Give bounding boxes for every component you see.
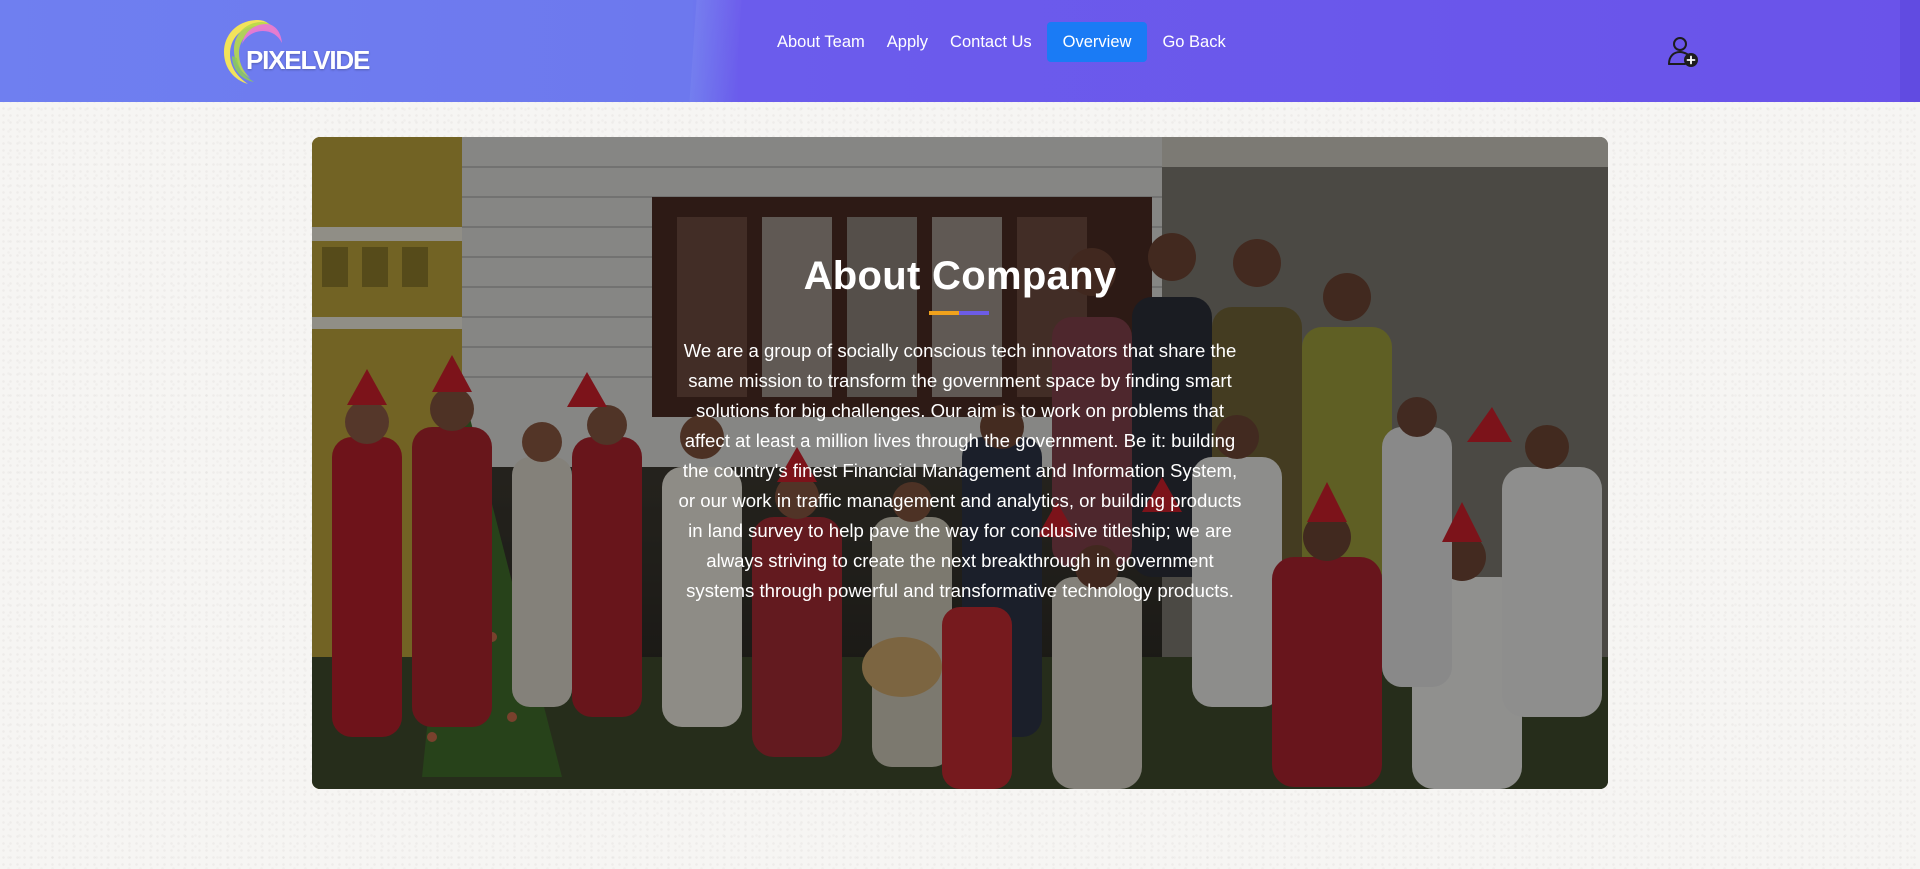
nav-overview[interactable]: Overview (1046, 22, 1148, 62)
brand-logo[interactable]: PIXELVIDE (220, 16, 370, 86)
nav-about-team[interactable]: About Team (766, 22, 876, 62)
nav-go-back[interactable]: Go Back (1151, 22, 1236, 62)
nav-contact-us[interactable]: Contact Us (939, 22, 1043, 62)
user-add-icon[interactable] (1666, 34, 1702, 70)
underline-orange-segment (929, 311, 959, 315)
page-title: About Company (803, 254, 1117, 298)
nav-apply[interactable]: Apply (876, 22, 939, 62)
about-company-hero: About Company We are a group of socially… (312, 137, 1608, 789)
logo-text: PIXELVIDE (246, 45, 370, 75)
hero-content: About Company We are a group of socially… (312, 137, 1608, 789)
title-underline (929, 311, 989, 315)
main-nav: About Team Apply Contact Us Overview Go … (766, 22, 1237, 62)
about-description: We are a group of socially conscious tec… (678, 340, 1242, 601)
site-header: PIXELVIDE About Team Apply Contact Us Ov… (0, 0, 1920, 102)
underline-purple-segment (959, 311, 989, 315)
